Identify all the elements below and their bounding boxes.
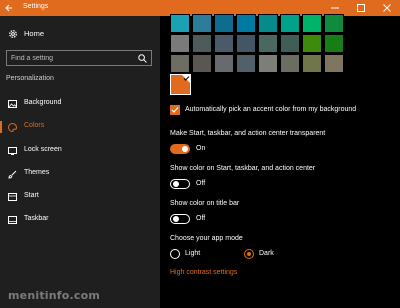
color-swatch[interactable] bbox=[280, 14, 300, 33]
sidebar-item-label: Colors bbox=[24, 122, 45, 129]
color-swatch[interactable] bbox=[302, 34, 322, 53]
color-swatch[interactable] bbox=[324, 34, 344, 53]
dark-mode-radio[interactable] bbox=[244, 249, 254, 259]
color-swatch[interactable] bbox=[192, 34, 212, 53]
search-icon bbox=[138, 54, 147, 63]
checkmark-icon bbox=[182, 75, 190, 83]
sidebar-item-label: Start bbox=[24, 192, 39, 199]
sidebar-item-themes[interactable]: Themes bbox=[0, 166, 160, 182]
sidebar-item-background[interactable]: Background bbox=[0, 96, 160, 112]
watermark-text: menitinfo.com bbox=[8, 289, 101, 302]
checkmark-icon bbox=[171, 107, 179, 113]
show-titlebar-label: Show color on title bar bbox=[170, 200, 240, 207]
color-swatch[interactable] bbox=[192, 14, 212, 33]
search-input[interactable] bbox=[11, 53, 131, 63]
show-start-toggle[interactable] bbox=[170, 179, 190, 189]
minimize-icon bbox=[331, 7, 339, 9]
start-icon bbox=[8, 193, 17, 201]
color-swatch[interactable] bbox=[192, 54, 212, 73]
sidebar-item-home[interactable]: Home bbox=[0, 26, 160, 42]
gear-icon bbox=[9, 30, 17, 38]
color-swatch[interactable] bbox=[302, 54, 322, 73]
maximize-icon bbox=[357, 4, 365, 12]
taskbar-icon bbox=[8, 216, 17, 224]
sidebar-item-start[interactable]: Start bbox=[0, 189, 160, 205]
color-swatch[interactable] bbox=[302, 14, 322, 33]
color-swatch[interactable] bbox=[280, 34, 300, 53]
color-swatch[interactable] bbox=[170, 54, 190, 73]
transparent-toggle[interactable] bbox=[170, 144, 190, 154]
close-button[interactable] bbox=[374, 0, 400, 16]
color-swatch[interactable] bbox=[214, 54, 234, 73]
transparent-label: Make Start, taskbar, and action center t… bbox=[170, 130, 326, 137]
back-arrow-icon bbox=[5, 4, 12, 12]
high-contrast-link[interactable]: High contrast settings bbox=[170, 269, 237, 276]
back-button[interactable] bbox=[0, 0, 18, 16]
color-swatch[interactable] bbox=[236, 34, 256, 53]
lock-screen-icon bbox=[8, 147, 17, 155]
section-label: Personalization bbox=[6, 75, 54, 82]
window-title: Settings bbox=[23, 3, 49, 10]
color-swatch[interactable] bbox=[214, 34, 234, 53]
color-swatch[interactable] bbox=[258, 54, 278, 73]
color-swatch[interactable] bbox=[324, 54, 344, 73]
sidebar-item-label: Taskbar bbox=[24, 215, 49, 222]
show-start-label: Show color on Start, taskbar, and action… bbox=[170, 165, 316, 172]
sidebar-item-label: Themes bbox=[24, 169, 50, 176]
content-panel: Automatically pick an accent color from … bbox=[160, 14, 400, 308]
search-box[interactable] bbox=[6, 50, 152, 66]
auto-accent-checkbox[interactable] bbox=[170, 105, 180, 115]
brush-icon bbox=[8, 170, 17, 179]
sidebar-item-label: Background bbox=[24, 99, 62, 106]
toggle-knob bbox=[173, 181, 179, 187]
color-swatch[interactable] bbox=[280, 54, 300, 73]
color-swatch[interactable] bbox=[214, 14, 234, 33]
sidebar-item-taskbar[interactable]: Taskbar bbox=[0, 212, 160, 228]
app-mode-label: Choose your app mode bbox=[170, 235, 243, 242]
maximize-button[interactable] bbox=[348, 0, 374, 16]
color-swatch[interactable] bbox=[258, 14, 278, 33]
show-start-state: Off bbox=[196, 180, 206, 187]
color-swatch[interactable] bbox=[236, 14, 256, 33]
light-mode-label: Light bbox=[185, 250, 201, 257]
color-swatch[interactable] bbox=[170, 14, 190, 33]
color-swatch[interactable] bbox=[258, 34, 278, 53]
transparent-state: On bbox=[196, 145, 206, 152]
color-swatch[interactable] bbox=[236, 54, 256, 73]
sidebar-item-label: Lock screen bbox=[24, 146, 62, 153]
auto-accent-label: Automatically pick an accent color from … bbox=[185, 106, 357, 113]
sidebar: Home Personalization Background Colors L… bbox=[0, 16, 160, 308]
toggle-knob bbox=[182, 146, 188, 152]
palette-icon bbox=[8, 123, 17, 132]
color-swatch[interactable] bbox=[324, 14, 344, 33]
toggle-knob bbox=[173, 216, 179, 222]
sidebar-item-lock-screen[interactable]: Lock screen bbox=[0, 143, 160, 159]
selected-color-swatch[interactable] bbox=[169, 73, 192, 96]
image-icon bbox=[8, 100, 17, 108]
color-swatch[interactable] bbox=[170, 34, 190, 53]
dark-mode-label: Dark bbox=[259, 250, 274, 257]
sidebar-item-colors[interactable]: Colors bbox=[0, 119, 160, 135]
light-mode-radio[interactable] bbox=[170, 249, 180, 259]
sidebar-item-label: Home bbox=[24, 29, 45, 38]
close-icon bbox=[383, 4, 391, 12]
show-titlebar-toggle[interactable] bbox=[170, 214, 190, 224]
show-titlebar-state: Off bbox=[196, 215, 206, 222]
